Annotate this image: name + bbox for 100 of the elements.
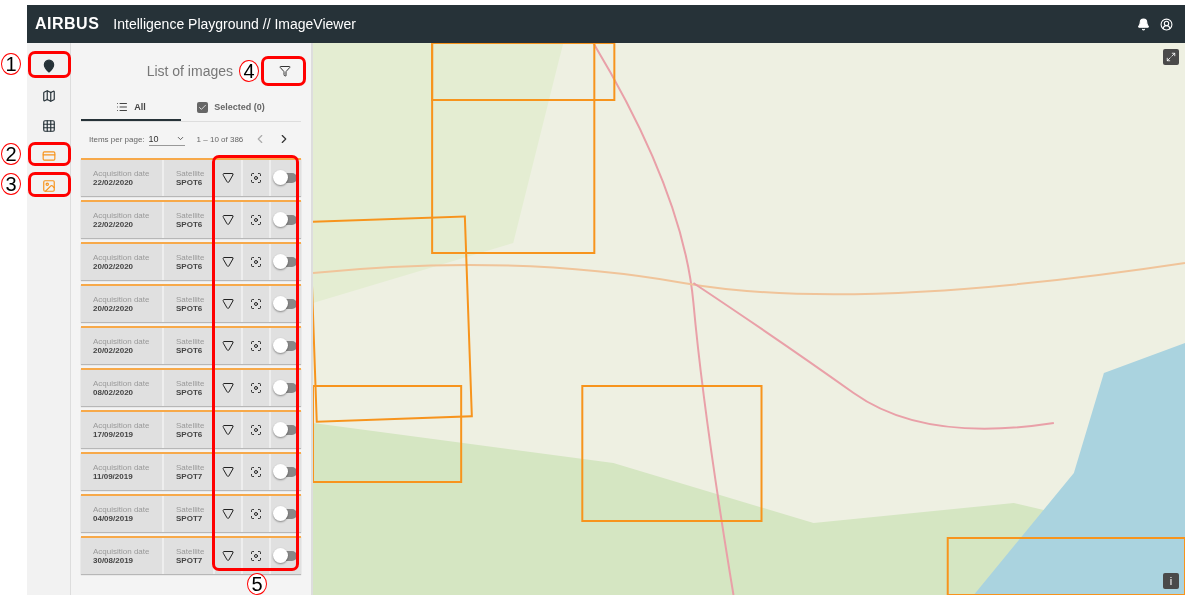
acquisition-date: 30/08/2019 (93, 556, 135, 565)
satellite-name: SPOT7 (176, 514, 204, 523)
callout-number: 2 (1, 143, 21, 165)
satellite-name: SPOT6 (176, 430, 204, 439)
tab[interactable]: Selected (0) (181, 95, 281, 121)
info-button[interactable]: i (1163, 573, 1179, 589)
focus-icon (250, 256, 262, 268)
acquisition-date: 20/02/2020 (93, 346, 135, 355)
triangle-icon (222, 550, 234, 562)
acquisition-date: 04/09/2019 (93, 514, 135, 523)
image-card[interactable]: Acquisition date 20/02/2020 Satellite SPOT6 (81, 242, 301, 280)
satellite-label: Satellite (176, 463, 206, 472)
items-per-page-select[interactable]: 10 (148, 132, 185, 146)
acquisition-date: 20/02/2020 (93, 304, 135, 313)
date-label: Acquisition date (93, 169, 151, 178)
filter-button[interactable] (277, 63, 293, 79)
satellite-label: Satellite (176, 295, 206, 304)
date-label: Acquisition date (93, 463, 151, 472)
image-icon (41, 179, 56, 193)
bell-icon[interactable] (1137, 17, 1150, 31)
satellite-name: SPOT7 (176, 556, 204, 565)
highlight-frame (28, 172, 71, 197)
triangle-icon (222, 382, 234, 394)
satellite-name: SPOT6 (176, 388, 204, 397)
satellite-name: SPOT6 (176, 220, 204, 229)
app-title: Intelligence Playground // ImageViewer (113, 16, 357, 32)
highlight-frame (28, 51, 71, 78)
date-label: Acquisition date (93, 211, 151, 220)
focus-icon (250, 298, 262, 310)
focus-icon (250, 382, 262, 394)
date-label: Acquisition date (93, 505, 151, 514)
callout-number: 3 (1, 173, 21, 195)
date-label: Acquisition date (93, 547, 151, 556)
satellite-label: Satellite (176, 253, 206, 262)
triangle-icon (222, 340, 234, 352)
triangle-icon (222, 172, 234, 184)
image-card[interactable]: Acquisition date 04/09/2019 Satellite SPOT7 (81, 494, 301, 532)
triangle-icon (222, 298, 234, 310)
triangle-icon (222, 214, 234, 226)
page-range: 1 – 10 of 386 (196, 134, 244, 144)
date-label: Acquisition date (93, 421, 151, 430)
expand-icon (1166, 52, 1176, 62)
focus-icon (250, 466, 262, 478)
acquisition-date: 08/02/2020 (93, 388, 135, 397)
date-label: Acquisition date (93, 295, 151, 304)
satellite-label: Satellite (176, 505, 206, 514)
dropdown-caret-icon (175, 134, 185, 143)
focus-icon (250, 340, 262, 352)
highlight-frame (28, 142, 71, 166)
pin-icon (41, 59, 56, 73)
image-card[interactable]: Acquisition date 22/02/2020 Satellite SPOT6 (81, 200, 301, 238)
callout-number: 1 (1, 53, 21, 75)
satellite-label: Satellite (176, 211, 206, 220)
satellite-label: Satellite (176, 379, 206, 388)
triangle-icon (222, 256, 234, 268)
acquisition-date: 17/09/2019 (93, 430, 135, 439)
satellite-label: Satellite (176, 421, 206, 430)
acquisition-date: 22/02/2020 (93, 220, 135, 229)
triangle-icon (222, 508, 234, 520)
image-card[interactable]: Acquisition date 30/08/2019 Satellite SPOT7 (81, 536, 301, 574)
satellite-label: Satellite (176, 337, 206, 346)
fullscreen-button[interactable] (1163, 49, 1179, 65)
date-label: Acquisition date (93, 379, 151, 388)
logo: AIRBUS (35, 15, 100, 33)
image-card[interactable]: Acquisition date 20/02/2020 Satellite SPOT6 (81, 326, 301, 364)
acquisition-date: 11/09/2019 (93, 472, 134, 481)
list-icon (116, 101, 129, 113)
acquisition-date: 20/02/2020 (93, 262, 135, 271)
acquisition-date: 22/02/2020 (93, 178, 135, 187)
card-icon (41, 149, 56, 163)
satellite-label: Satellite (176, 169, 206, 178)
triangle-icon (222, 466, 234, 478)
satellite-label: Satellite (176, 547, 206, 556)
checkbox-icon (197, 101, 209, 113)
satellite-name: SPOT6 (176, 346, 204, 355)
grid-icon (41, 119, 56, 133)
date-label: Acquisition date (93, 253, 151, 262)
focus-icon (250, 424, 262, 436)
image-card[interactable]: Acquisition date 22/02/2020 Satellite SPOT6 (81, 158, 301, 196)
triangle-icon (222, 424, 234, 436)
tab[interactable]: All (81, 95, 181, 121)
items-per-page-label: Items per page: (89, 134, 145, 144)
focus-icon (250, 214, 262, 226)
focus-icon (250, 508, 262, 520)
image-card[interactable]: Acquisition date 08/02/2020 Satellite SPOT6 (81, 368, 301, 406)
focus-icon (250, 550, 262, 562)
image-card[interactable]: Acquisition date 11/09/2019 Satellite SPOT7 (81, 452, 301, 490)
image-card[interactable]: Acquisition date 17/09/2019 Satellite SPOT6 (81, 410, 301, 448)
satellite-name: SPOT6 (176, 304, 204, 313)
satellite-name: SPOT6 (176, 178, 204, 187)
user-icon[interactable] (1160, 17, 1173, 31)
panel-title: List of images (146, 63, 233, 79)
map-icon (41, 89, 56, 103)
date-label: Acquisition date (93, 337, 151, 346)
satellite-name: SPOT7 (176, 472, 204, 481)
highlight-frame (261, 56, 306, 86)
filter-icon (279, 65, 291, 77)
image-card[interactable]: Acquisition date 20/02/2020 Satellite SPOT6 (81, 284, 301, 322)
focus-icon (250, 172, 262, 184)
satellite-name: SPOT6 (176, 262, 204, 271)
